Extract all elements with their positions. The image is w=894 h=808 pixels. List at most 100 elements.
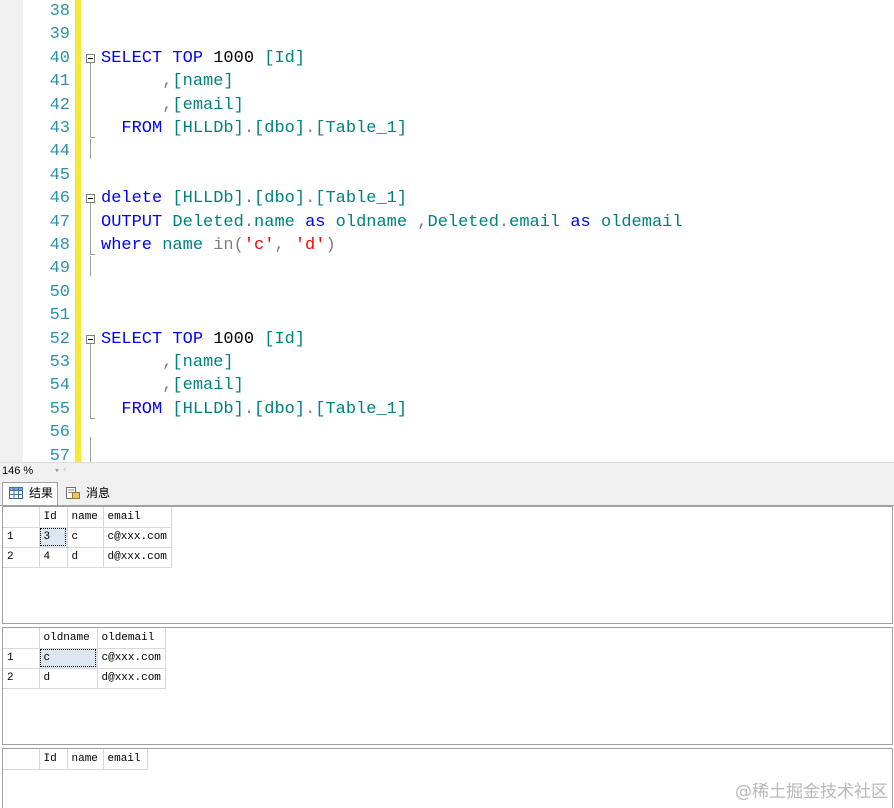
result-grid-2[interactable]: oldname oldemail 1 c c@xxx.com 2 d d@xxx.com (2, 627, 893, 745)
grid-cell[interactable]: 3 (39, 527, 68, 548)
tab-messages[interactable]: 消息 (60, 483, 116, 504)
line-number: 55 (49, 399, 70, 419)
code-token: where (101, 236, 153, 255)
line-number: 47 (49, 212, 70, 232)
tab-messages-label: 消息 (86, 486, 111, 500)
code-token: , (274, 236, 295, 255)
line-number: 45 (49, 165, 70, 185)
line-number: 44 (49, 142, 70, 162)
code-line[interactable]: ,[name] (101, 351, 234, 374)
code-line[interactable]: FROM [HLLDb].[dbo].[Table_1] (101, 117, 407, 140)
outline-end (90, 417, 95, 419)
code-token: FROM (121, 399, 163, 419)
code-token: in (213, 236, 234, 255)
outline-end (90, 137, 95, 138)
line-number: 40 (49, 48, 70, 68)
table-row[interactable]: 1 3 c c@xxx.com (3, 527, 172, 548)
code-line[interactable]: ,[email] (101, 94, 244, 117)
code-token: , (407, 212, 428, 232)
code-line[interactable]: OUTPUT Deleted.name as oldname ,Deleted.… (101, 211, 683, 234)
code-line[interactable]: where name in('c', 'd') (101, 234, 336, 257)
grid-cell[interactable]: c (67, 527, 104, 548)
grid-corner[interactable] (3, 628, 40, 649)
table-row[interactable]: 1 c c@xxx.com (3, 648, 166, 669)
code-token: [name] (172, 353, 234, 372)
code-token: [dbo] (254, 189, 306, 209)
column-header[interactable]: email (103, 749, 148, 770)
code-token: . (305, 399, 316, 419)
grid-cell[interactable]: d@xxx.com (97, 668, 166, 689)
tab-results-label: 结果 (29, 486, 54, 500)
code-token: 'd' (294, 236, 326, 255)
result-table-1: Id name email 1 3 c c@xxx.com 2 4 d d@xxx.com (3, 507, 172, 568)
column-header[interactable]: Id (39, 749, 68, 770)
row-header[interactable]: 2 (3, 547, 40, 568)
code-line[interactable]: ,[name] (101, 70, 233, 93)
zoom-level[interactable]: 146 % (2, 463, 33, 479)
result-table-3: Id name email (3, 749, 148, 770)
outline-line (90, 203, 91, 254)
table-row[interactable]: 2 d d@xxx.com (3, 668, 166, 689)
line-number: 48 (49, 236, 70, 255)
code-token: name (162, 236, 204, 255)
code-line[interactable]: FROM [HLLDb].[dbo].[Table_1] (101, 398, 407, 421)
grid-cell[interactable]: d (67, 547, 104, 568)
column-header[interactable]: Id (39, 507, 68, 528)
row-header[interactable]: 1 (3, 648, 40, 669)
outline-line (90, 437, 91, 462)
code-token: as (570, 212, 591, 232)
code-token: 1000 (203, 329, 265, 349)
code-line[interactable]: delete [HLLDb].[dbo].[Table_1] (101, 187, 407, 210)
grid-cell[interactable]: 4 (39, 547, 68, 568)
code-token: . (305, 189, 316, 209)
column-header[interactable]: name (67, 507, 104, 528)
scroll-left-icon[interactable]: ‹ (62, 463, 72, 479)
code-token: [HLLDb] (172, 399, 244, 419)
column-header[interactable]: oldname (39, 628, 98, 649)
result-table-2: oldname oldemail 1 c c@xxx.com 2 d d@xxx.com (3, 628, 166, 689)
collapse-toggle-icon[interactable] (86, 334, 95, 344)
column-header[interactable]: name (67, 749, 104, 770)
grid-cell[interactable]: d@xxx.com (103, 547, 172, 568)
code-token: . (305, 119, 316, 138)
code-token: 'c' (243, 236, 275, 255)
code-token: [Table_1] (315, 399, 408, 419)
grid-corner[interactable] (3, 507, 40, 528)
collapse-toggle-icon[interactable] (86, 53, 95, 63)
code-line[interactable]: ,[email] (101, 374, 244, 397)
grid-cell[interactable]: d (39, 668, 98, 689)
code-line[interactable]: SELECT TOP 1000 [Id] (101, 47, 305, 70)
collapse-toggle-icon[interactable] (86, 194, 95, 204)
code-token: TOP (172, 329, 204, 349)
code-token: . (498, 212, 510, 232)
column-header[interactable]: email (103, 507, 172, 528)
result-grid-1[interactable]: Id name email 1 3 c c@xxx.com 2 4 d d@xxx.com (2, 506, 893, 624)
grid-cell[interactable]: c@xxx.com (97, 648, 166, 669)
column-header[interactable]: oldemail (97, 628, 166, 649)
outline-line (90, 256, 91, 276)
selection-margin[interactable] (0, 0, 23, 462)
line-number: 51 (49, 306, 70, 326)
outline-line (90, 62, 91, 137)
table-row[interactable]: 2 4 d d@xxx.com (3, 547, 172, 568)
line-number: 52 (49, 329, 70, 349)
row-header[interactable]: 1 (3, 527, 40, 548)
tab-results[interactable]: 结果 (2, 482, 58, 505)
code-line[interactable]: SELECT TOP 1000 [Id] (101, 328, 305, 351)
outline-line (90, 139, 91, 159)
grid-cell[interactable]: c@xxx.com (103, 527, 172, 548)
code-token: , (101, 376, 173, 396)
grid-cell[interactable]: c (39, 648, 98, 669)
query-editor[interactable]: 38 39 40 41 42 43 44 45 46 47 48 49 50 51 52 53 54 55 56 57… (0, 0, 894, 462)
row-header[interactable]: 2 (3, 668, 40, 689)
grid-corner[interactable] (3, 749, 40, 770)
line-number: 38 (49, 2, 70, 21)
watermark: @稀土掘金技术社区 (735, 782, 888, 802)
